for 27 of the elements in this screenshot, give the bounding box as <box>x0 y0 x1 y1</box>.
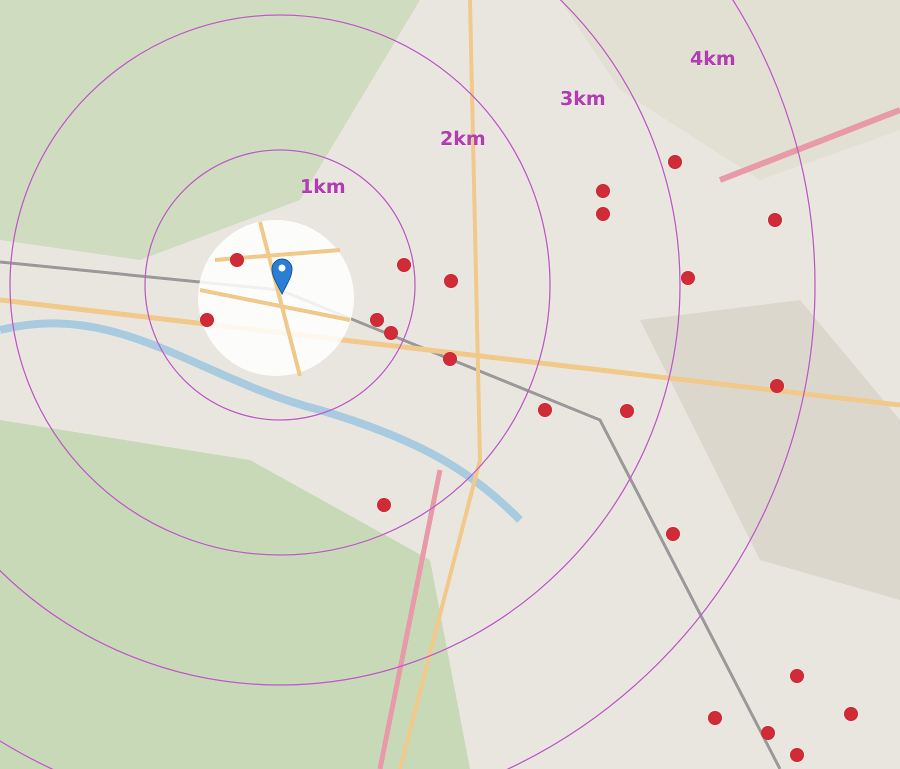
location-dot[interactable] <box>596 207 610 221</box>
distance-label: 2km <box>440 130 486 149</box>
location-dot[interactable] <box>620 404 634 418</box>
location-dot[interactable] <box>397 258 411 272</box>
location-dot[interactable] <box>668 155 682 169</box>
location-dot[interactable] <box>370 313 384 327</box>
location-dot[interactable] <box>708 711 722 725</box>
location-dot[interactable] <box>443 352 457 366</box>
distance-label: 3km <box>560 90 606 109</box>
location-dot[interactable] <box>666 527 680 541</box>
location-dot[interactable] <box>790 669 804 683</box>
location-dot[interactable] <box>200 313 214 327</box>
location-dot[interactable] <box>681 271 695 285</box>
distance-label: 1km <box>300 178 346 197</box>
location-dot[interactable] <box>770 379 784 393</box>
location-dot[interactable] <box>377 498 391 512</box>
location-dot[interactable] <box>844 707 858 721</box>
location-dot[interactable] <box>768 213 782 227</box>
location-dot[interactable] <box>596 184 610 198</box>
location-dot[interactable] <box>761 726 775 740</box>
location-dot[interactable] <box>230 253 244 267</box>
distance-label: 4km <box>690 50 736 69</box>
location-dot[interactable] <box>538 403 552 417</box>
location-dot[interactable] <box>384 326 398 340</box>
map-marker-icon[interactable] <box>272 258 292 294</box>
location-dot[interactable] <box>790 748 804 762</box>
location-dot[interactable] <box>444 274 458 288</box>
